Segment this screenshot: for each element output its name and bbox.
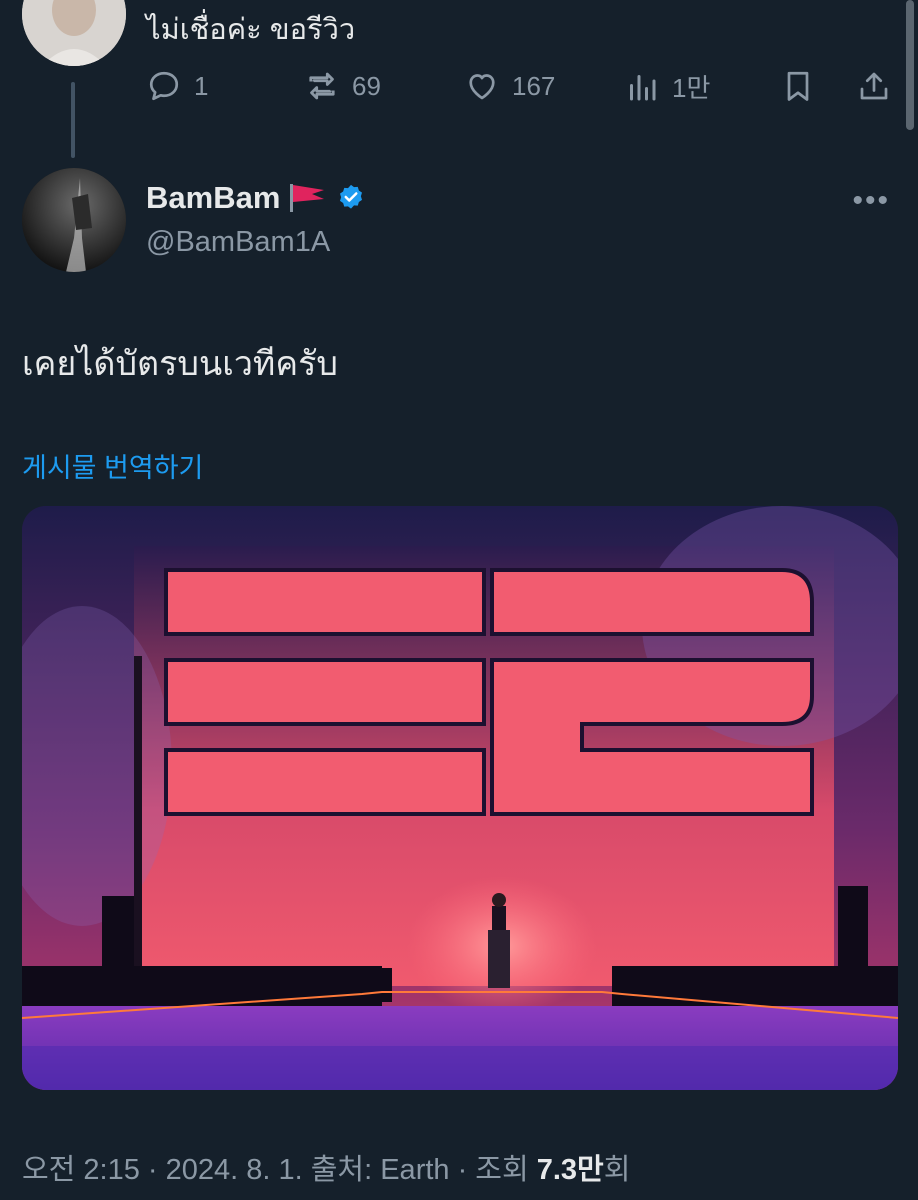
views-button[interactable]: 1만 (624, 68, 710, 105)
share-button[interactable] (856, 68, 892, 104)
author-name[interactable]: BamBam (146, 180, 366, 216)
bookmark-icon (787, 71, 809, 101)
tweet-view-suffix: 회 (603, 1154, 631, 1186)
like-icon (469, 74, 495, 100)
views-count: 1만 (672, 73, 711, 103)
scrollbar[interactable] (906, 0, 914, 130)
bookmark-button[interactable] (780, 68, 816, 104)
previous-tweet-avatar[interactable] (22, 0, 126, 66)
previous-tweet-text: ไม่เชื่อค่ะ ขอรีวิว (146, 14, 356, 46)
like-button[interactable]: 167 (464, 68, 555, 104)
verified-badge-icon (340, 184, 363, 209)
thread-connector-line (71, 82, 75, 158)
retweet-button[interactable]: 69 (304, 68, 381, 104)
share-icon (860, 72, 888, 100)
tweet-view-count: 7.3만 (536, 1154, 604, 1186)
reply-icon (149, 71, 179, 101)
tweet-metadata: 오전 2:15 · 2024. 8. 1. 출처: Earth · 조회 7.3… (22, 1146, 630, 1188)
tweet-media-image[interactable] (22, 506, 898, 1090)
red-flag-emoji (290, 184, 325, 212)
like-count: 167 (512, 70, 556, 101)
author-avatar[interactable] (22, 168, 126, 272)
more-options-icon[interactable]: ••• (852, 184, 890, 218)
views-icon (630, 74, 656, 100)
tweet-text: เคยได้บัตรบนเวทีครับ (22, 345, 338, 383)
retweet-count: 69 (352, 70, 381, 101)
translate-post-link[interactable]: 게시물 번역하기 (22, 446, 203, 485)
author-handle[interactable]: @BamBam1A (146, 226, 330, 259)
retweet-icon (309, 72, 335, 100)
author-display-name: BamBam (146, 180, 281, 215)
reply-count: 1 (194, 70, 209, 101)
reply-button[interactable]: 1 (146, 68, 208, 104)
tweet-timestamp-source: 오전 2:15 · 2024. 8. 1. 출처: Earth · 조회 (22, 1154, 537, 1186)
